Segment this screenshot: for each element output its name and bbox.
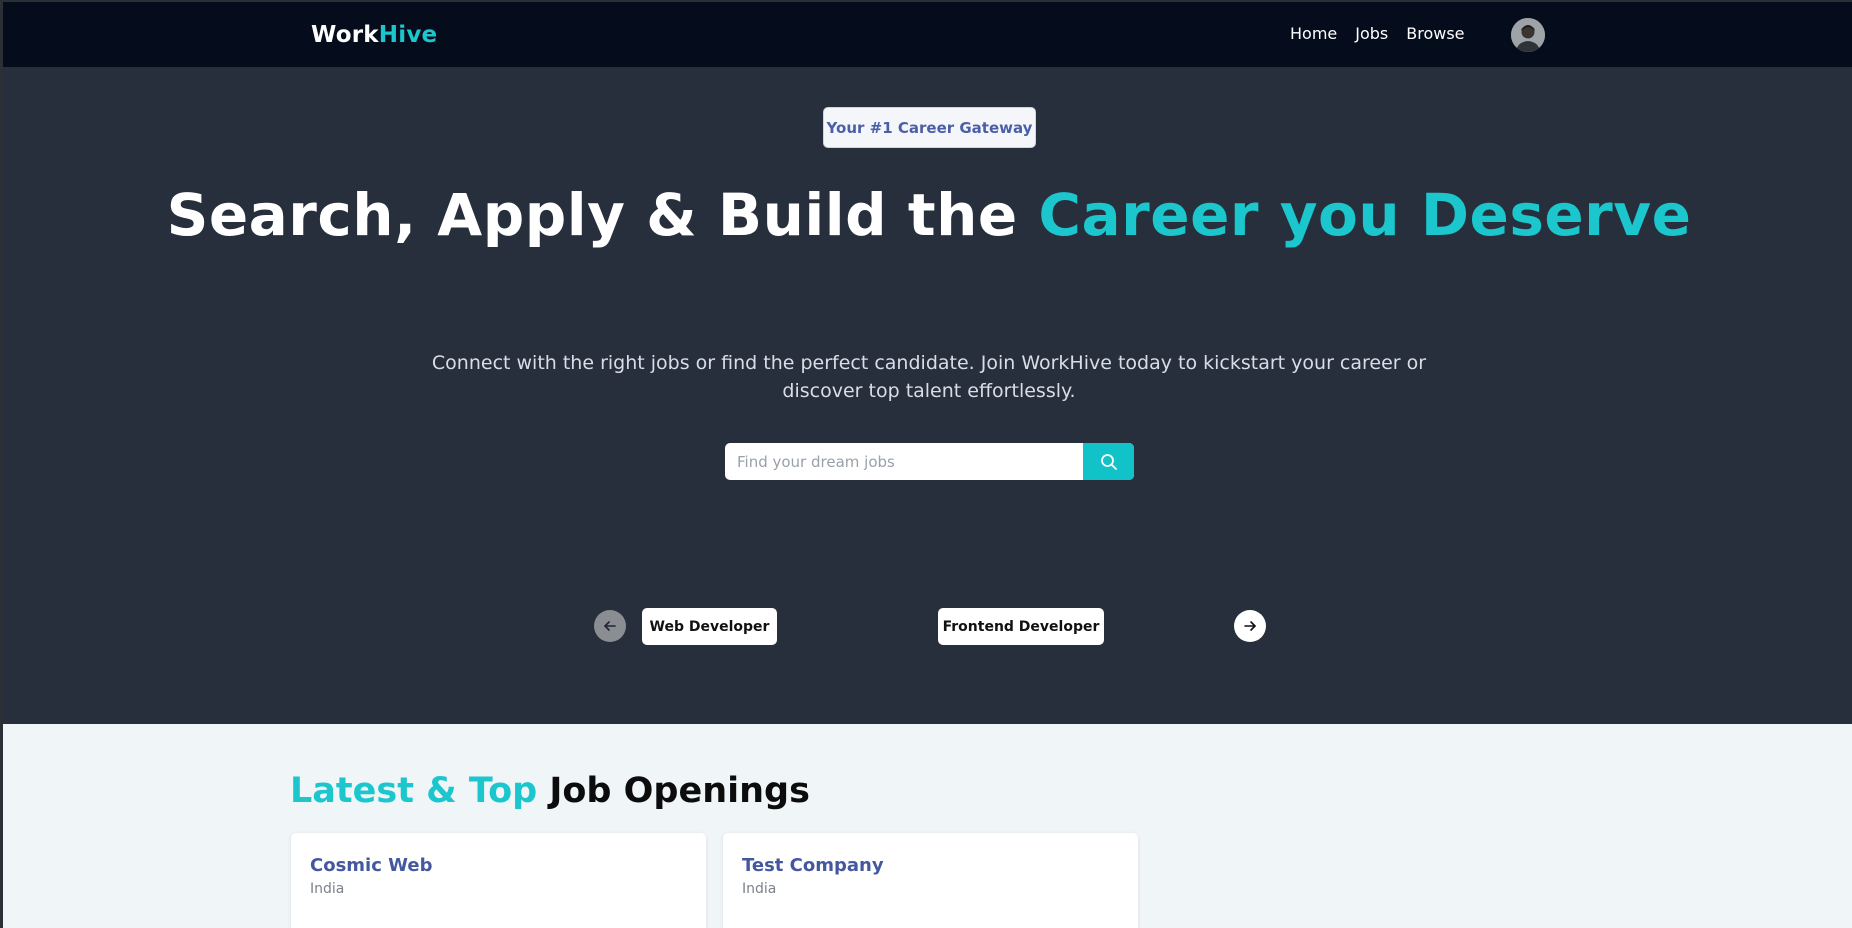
logo[interactable]: WorkHive	[311, 22, 437, 48]
page: WorkHive Home Jobs Browse Your #1 Career…	[0, 0, 1852, 928]
carousel-prev-button[interactable]	[594, 610, 626, 642]
hero-badge: Your #1 Career Gateway	[823, 107, 1036, 148]
search-icon	[1100, 453, 1117, 470]
nav-link-home[interactable]: Home	[1290, 24, 1337, 43]
search-button[interactable]	[1083, 443, 1134, 480]
carousel-next-button[interactable]	[1234, 610, 1266, 642]
arrow-left-icon	[604, 621, 616, 631]
job-card[interactable]: Test Company India	[723, 833, 1138, 928]
arrow-right-icon	[1244, 621, 1256, 631]
job-card[interactable]: Cosmic Web India	[291, 833, 706, 928]
category-chip-web-developer[interactable]: Web Developer	[642, 608, 777, 645]
hero-section: Your #1 Career Gateway Search, Apply & B…	[3, 67, 1852, 724]
user-avatar-icon	[1511, 18, 1545, 52]
logo-primary: Work	[311, 22, 379, 48]
job-card-location: India	[742, 881, 777, 897]
jobs-heading: Latest & Top Job Openings	[290, 771, 810, 811]
hero-title: Search, Apply & Build the Career you Des…	[3, 185, 1852, 246]
nav-links: Home Jobs Browse	[1290, 24, 1465, 43]
nav-link-browse[interactable]: Browse	[1406, 24, 1464, 43]
job-card-location: India	[310, 881, 345, 897]
avatar[interactable]	[1511, 18, 1545, 52]
nav-link-jobs[interactable]: Jobs	[1355, 24, 1388, 43]
jobs-section: Latest & Top Job Openings Cosmic Web Ind…	[3, 724, 1852, 928]
search-bar	[725, 443, 1134, 480]
search-input[interactable]	[725, 443, 1083, 480]
hero-title-accent: Career you Deserve	[1038, 181, 1692, 249]
category-chip-frontend-developer[interactable]: Frontend Developer	[938, 608, 1104, 645]
logo-accent: Hive	[378, 22, 438, 48]
job-card-company: Cosmic Web	[310, 855, 433, 876]
hero-title-main: Search, Apply & Build the	[166, 181, 1018, 249]
navbar: WorkHive Home Jobs Browse	[3, 2, 1852, 67]
jobs-heading-main: Job Openings	[549, 771, 810, 811]
job-card-company: Test Company	[742, 855, 884, 876]
jobs-heading-accent: Latest & Top	[290, 771, 538, 811]
hero-subtitle: Connect with the right jobs or find the …	[431, 352, 1427, 402]
